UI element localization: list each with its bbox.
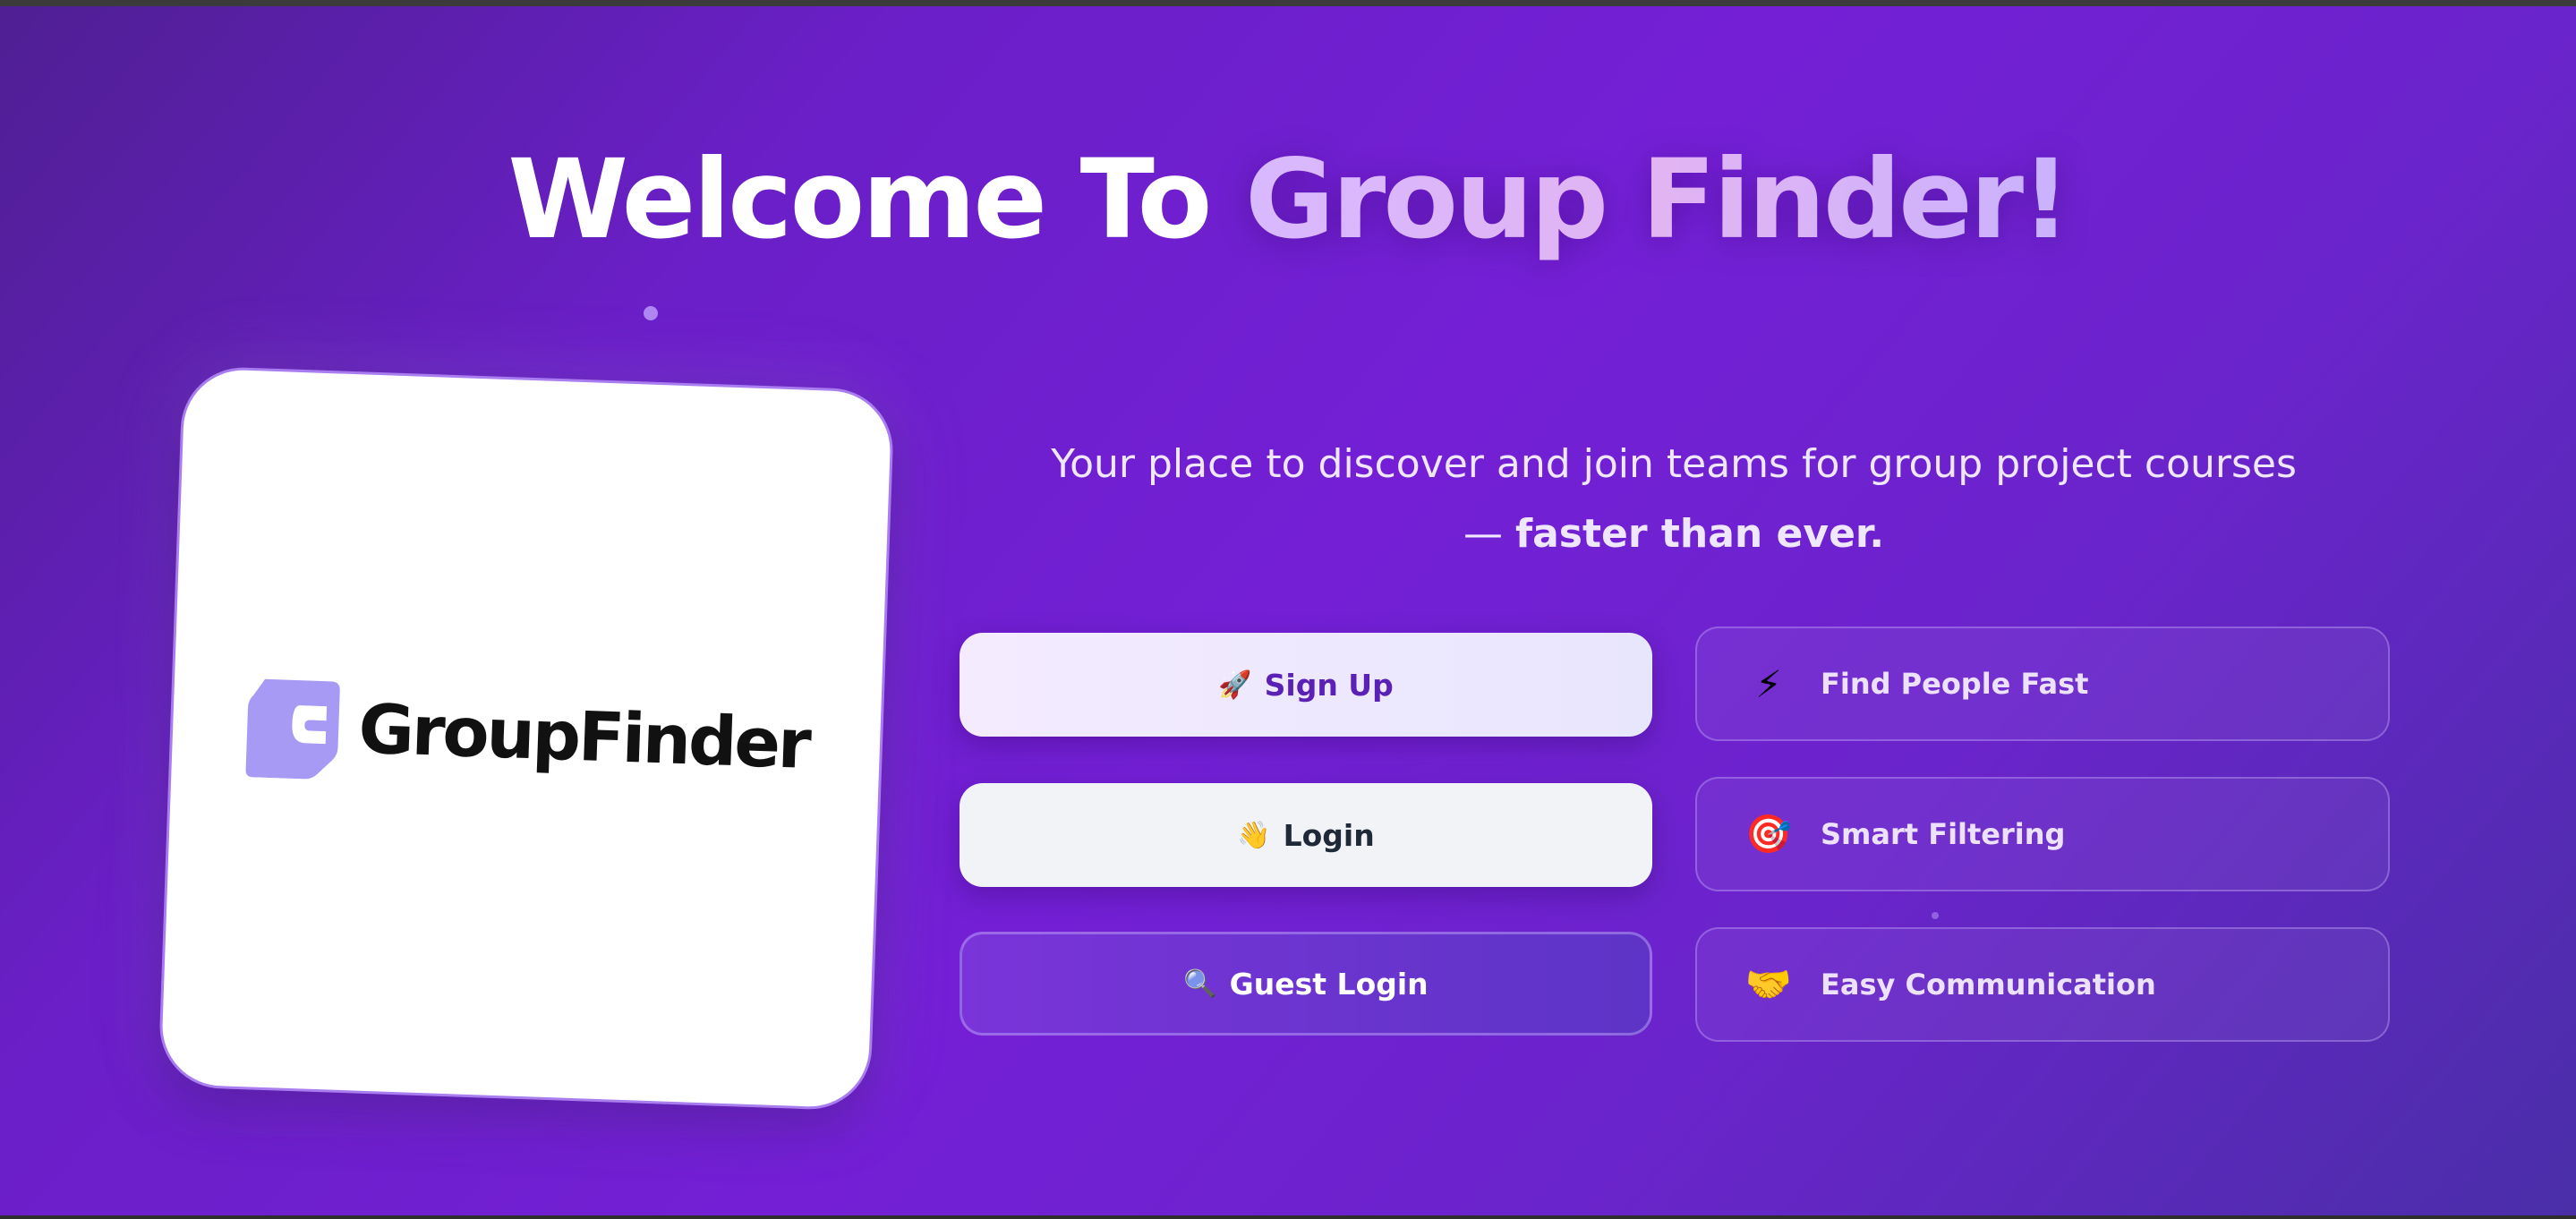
window-top-edge bbox=[0, 0, 2576, 6]
title-highlight: Group Finder! bbox=[1244, 136, 2071, 263]
tagline-emphasis: faster than ever. bbox=[1514, 511, 1885, 557]
feature-label: Smart Filtering bbox=[1821, 817, 2066, 851]
tagline-line-2: — faster than ever. bbox=[1002, 499, 2345, 569]
window-bottom-edge bbox=[0, 1215, 2576, 1219]
target-icon: 🎯 bbox=[1744, 812, 1793, 856]
login-label: Login bbox=[1283, 817, 1375, 853]
rocket-icon: 🚀 bbox=[1218, 669, 1252, 701]
logo-wordmark: GroupFinder bbox=[357, 687, 811, 784]
feature-label: Easy Communication bbox=[1821, 968, 2156, 1002]
decorative-dot bbox=[644, 306, 658, 320]
title-prefix: Welcome To bbox=[508, 136, 1212, 263]
logo-card: GroupFinder bbox=[158, 365, 895, 1112]
tagline-line-1: Your place to discover and join teams fo… bbox=[1051, 441, 2297, 487]
logo: GroupFinder bbox=[243, 671, 811, 797]
magnifier-icon: 🔍 bbox=[1183, 968, 1217, 1000]
login-button[interactable]: 👋 Login bbox=[960, 783, 1652, 887]
sign-up-label: Sign Up bbox=[1264, 667, 1394, 703]
decorative-dot bbox=[1932, 912, 1939, 919]
handshake-icon: 🤝 bbox=[1744, 962, 1793, 1006]
feature-card-smart-filtering: 🎯 Smart Filtering bbox=[1695, 777, 2390, 891]
guest-login-label: Guest Login bbox=[1229, 966, 1429, 1002]
lightning-icon: ⚡ bbox=[1755, 661, 1782, 706]
page-title: Welcome To Group Finder! bbox=[0, 132, 2576, 267]
sign-up-button[interactable]: 🚀 Sign Up bbox=[960, 633, 1652, 737]
tagline: Your place to discover and join teams fo… bbox=[1002, 430, 2345, 569]
feature-label: Find People Fast bbox=[1821, 667, 2089, 701]
guest-login-button[interactable]: 🔍 Guest Login bbox=[960, 932, 1652, 1036]
waving-hand-icon: 👋 bbox=[1237, 819, 1271, 851]
tagline-dash: — bbox=[1463, 511, 1515, 557]
groupfinder-logo-icon bbox=[246, 678, 341, 780]
feature-card-find-people-fast: ⚡ Find People Fast bbox=[1695, 627, 2390, 741]
feature-card-easy-communication: 🤝 Easy Communication bbox=[1695, 927, 2390, 1042]
